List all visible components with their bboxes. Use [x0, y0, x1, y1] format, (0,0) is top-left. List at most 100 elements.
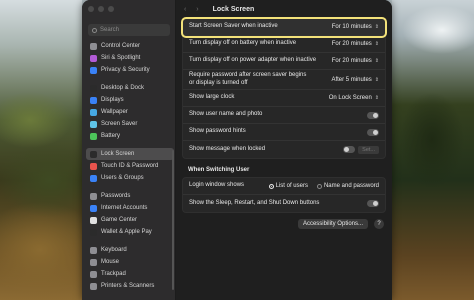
sidebar-item-wallet-apple-pay[interactable]: Wallet & Apple Pay [86, 226, 174, 238]
wallpaper-left [0, 0, 82, 300]
radio-selected-icon [268, 183, 274, 189]
users-groups-icon [90, 174, 97, 182]
sidebar-item-label: Keyboard [101, 247, 127, 253]
back-forward-icon[interactable]: ‹ › [184, 6, 203, 13]
sidebar-item-control-center[interactable]: Control Center [86, 40, 174, 52]
wallpaper-icon [90, 108, 97, 116]
sidebar-item-game-center[interactable]: Game Center [86, 214, 174, 226]
sidebar-item-trackpad[interactable]: Trackpad [86, 268, 174, 280]
sidebar-item-label: Users & Groups [101, 175, 144, 181]
page-title: Lock Screen [212, 5, 255, 13]
message-locked-toggle[interactable] [343, 146, 356, 153]
passwords-icon [90, 192, 97, 200]
accessibility-options-button[interactable]: Accessibility Options... [297, 219, 368, 229]
require-password-row: Require password after screen saver begi… [183, 70, 385, 90]
sidebar-item-siri-spotlight[interactable]: Siri & Spotlight [86, 52, 174, 64]
screen-saver-icon [90, 120, 97, 128]
sidebar-item-desktop-dock[interactable]: Desktop & Dock [86, 82, 174, 94]
displays-icon [90, 96, 97, 104]
updown-chevron-icon: ⇕ [374, 41, 379, 47]
trackpad-icon [90, 270, 97, 278]
sidebar-item-label: Trackpad [101, 271, 126, 277]
updown-chevron-icon: ⇕ [374, 95, 379, 101]
login-window-label: Login window shows [189, 182, 245, 189]
close-icon[interactable] [88, 6, 94, 12]
search-icon [92, 27, 97, 33]
help-icon[interactable]: ? [374, 219, 384, 229]
sleep-restart-toggle[interactable] [367, 200, 379, 207]
sidebar-item-battery[interactable]: Battery [86, 130, 174, 142]
sidebar-item-passwords[interactable]: Passwords [86, 190, 174, 202]
sidebar-item-label: Wallet & Apple Pay [101, 229, 152, 235]
set-message-button[interactable]: Set... [358, 145, 379, 154]
sidebar-item-displays[interactable]: Displays [86, 94, 174, 106]
desktop-dock-icon [90, 84, 97, 92]
touch-id-password-icon [90, 162, 97, 170]
large-clock-select[interactable]: On Lock Screen ⇕ [329, 95, 379, 101]
sidebar-item-printers-scanners[interactable]: Printers & Scanners [86, 280, 174, 292]
sidebar-scrollbar[interactable] [172, 150, 174, 290]
login-window-row: Login window shows List of users Name an… [183, 178, 385, 195]
updown-chevron-icon: ⇕ [374, 24, 379, 30]
user-name-photo-row: Show user name and photo [183, 107, 385, 124]
sidebar-item-privacy-security[interactable]: Privacy & Security [86, 64, 174, 76]
lock-screen-icon [90, 150, 97, 158]
sidebar-item-mouse[interactable]: Mouse [86, 256, 174, 268]
minimize-icon[interactable] [98, 6, 104, 12]
sidebar-item-internet-accounts[interactable]: Internet Accounts [86, 202, 174, 214]
game-center-icon [90, 216, 97, 224]
sidebar-item-wallpaper[interactable]: Wallpaper [86, 106, 174, 118]
sidebar-item-screen-saver[interactable]: Screen Saver [86, 118, 174, 130]
wallpaper-right [392, 0, 474, 300]
sidebar-item-label: Mouse [101, 259, 120, 265]
display-off-power-select[interactable]: For 20 minutes ⇕ [332, 58, 379, 64]
zoom-icon[interactable] [108, 6, 114, 12]
screen-saver-label: Start Screen Saver when inactive [189, 23, 278, 30]
sidebar-item-keyboard[interactable]: Keyboard [86, 244, 174, 256]
list-of-users-radio[interactable]: List of users [268, 183, 308, 189]
printers-scanners-icon [90, 282, 97, 290]
sleep-restart-label: Show the Sleep, Restart, and Shut Down b… [189, 199, 320, 206]
list-of-users-label: List of users [275, 183, 308, 189]
sidebar-item-users-groups[interactable]: Users & Groups [86, 172, 174, 184]
name-and-password-radio[interactable]: Name and password [316, 183, 379, 189]
screen-saver-row: Start Screen Saver when inactive For 10 … [181, 17, 387, 38]
display-off-power-row: Turn display off on power adapter when i… [183, 53, 385, 70]
display-off-battery-value: For 20 minutes [331, 41, 372, 47]
sidebar-item-label: Internet Accounts [101, 205, 148, 211]
sidebar-item-lock-screen[interactable]: Lock Screen [86, 148, 174, 160]
user-name-photo-toggle[interactable] [367, 111, 379, 119]
sidebar-item-label: Desktop & Dock [101, 85, 145, 91]
password-hints-label: Show password hints [189, 128, 246, 135]
battery-icon [90, 132, 97, 140]
internet-accounts-icon [90, 204, 97, 212]
message-locked-label: Show message when locked [189, 145, 266, 152]
sidebar: Search Control Center Siri & Spotlight Pri… [82, 0, 176, 300]
system-settings-window: Search Control Center Siri & Spotlight Pri… [82, 0, 392, 300]
sidebar-item-label: Privacy & Security [101, 67, 150, 73]
password-hints-toggle[interactable] [367, 128, 379, 136]
footer-bar: Accessibility Options... ? [176, 213, 392, 235]
sidebar-item-label: Screen Saver [101, 121, 138, 127]
privacy-security-icon [90, 66, 97, 74]
require-password-label: Require password after screen saver begi… [189, 72, 307, 86]
siri-spotlight-icon [90, 54, 97, 62]
window-controls [88, 6, 114, 12]
search-placeholder: Search [100, 27, 120, 33]
sidebar-item-label: Siri & Spotlight [101, 55, 141, 61]
control-center-icon [90, 42, 97, 50]
screen-saver-select[interactable]: For 10 minutes ⇕ [332, 24, 379, 30]
sidebar-item-label: Battery [101, 133, 121, 139]
search-input[interactable]: Search [88, 24, 170, 36]
large-clock-row: Show large clock On Lock Screen ⇕ [183, 90, 385, 107]
sidebar-item-label: Touch ID & Password [101, 163, 159, 169]
large-clock-value: On Lock Screen [328, 95, 372, 101]
display-off-battery-row: Turn display off on battery when inactiv… [183, 36, 385, 53]
require-password-select[interactable]: After 5 minutes ⇕ [331, 77, 379, 83]
password-hints-row: Show password hints [183, 124, 385, 141]
sidebar-item-label: Wallpaper [101, 109, 128, 115]
sidebar-item-touch-id-password[interactable]: Touch ID & Password [86, 160, 174, 172]
display-off-battery-select[interactable]: For 20 minutes ⇕ [332, 41, 379, 47]
switching-user-group: Login window shows List of users Name an… [182, 177, 386, 213]
display-off-battery-label: Turn display off on battery when inactiv… [189, 40, 297, 47]
